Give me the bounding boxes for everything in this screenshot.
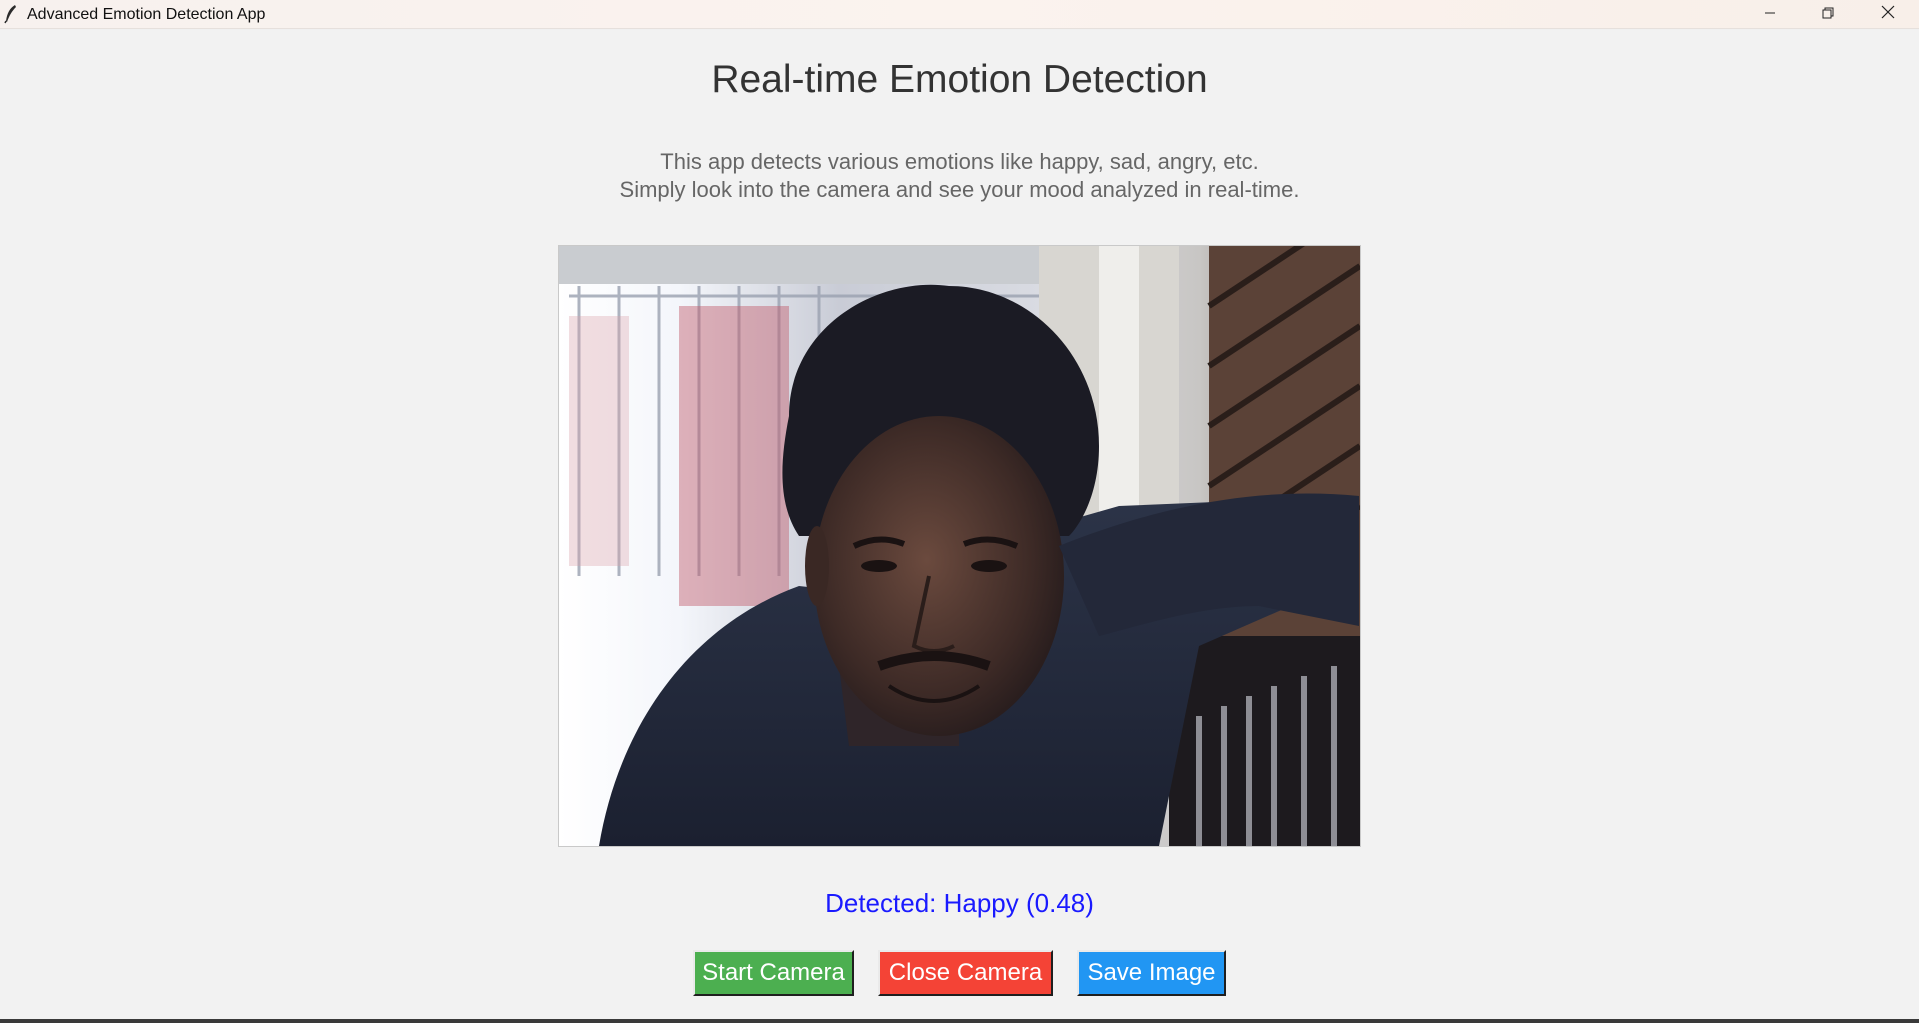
minimize-icon bbox=[1764, 6, 1776, 24]
start-camera-button[interactable]: Start Camera bbox=[693, 950, 854, 996]
main-content: Real-time Emotion Detection This app det… bbox=[0, 30, 1919, 1020]
description-line-1: This app detects various emotions like h… bbox=[660, 149, 1259, 174]
title-bar[interactable]: Advanced Emotion Detection App bbox=[0, 0, 1919, 29]
minimize-button[interactable] bbox=[1741, 0, 1799, 29]
restore-icon bbox=[1822, 6, 1834, 24]
window-bottom-border bbox=[0, 1019, 1919, 1023]
app-window: Advanced Emotion Detection App Real-time… bbox=[0, 0, 1919, 1023]
camera-feed bbox=[558, 245, 1361, 847]
page-title: Real-time Emotion Detection bbox=[711, 58, 1208, 101]
window-title: Advanced Emotion Detection App bbox=[27, 6, 266, 23]
restore-button[interactable] bbox=[1799, 0, 1857, 29]
camera-feed-image bbox=[559, 246, 1360, 846]
emotion-status: Detected: Happy (0.48) bbox=[825, 888, 1094, 918]
app-description: This app detects various emotions like h… bbox=[0, 148, 1919, 204]
close-camera-button[interactable]: Close Camera bbox=[878, 950, 1053, 996]
close-icon bbox=[1881, 5, 1895, 24]
save-image-button[interactable]: Save Image bbox=[1077, 950, 1226, 996]
feather-icon bbox=[4, 4, 18, 24]
description-line-2: Simply look into the camera and see your… bbox=[619, 177, 1300, 202]
close-window-button[interactable] bbox=[1857, 0, 1919, 29]
